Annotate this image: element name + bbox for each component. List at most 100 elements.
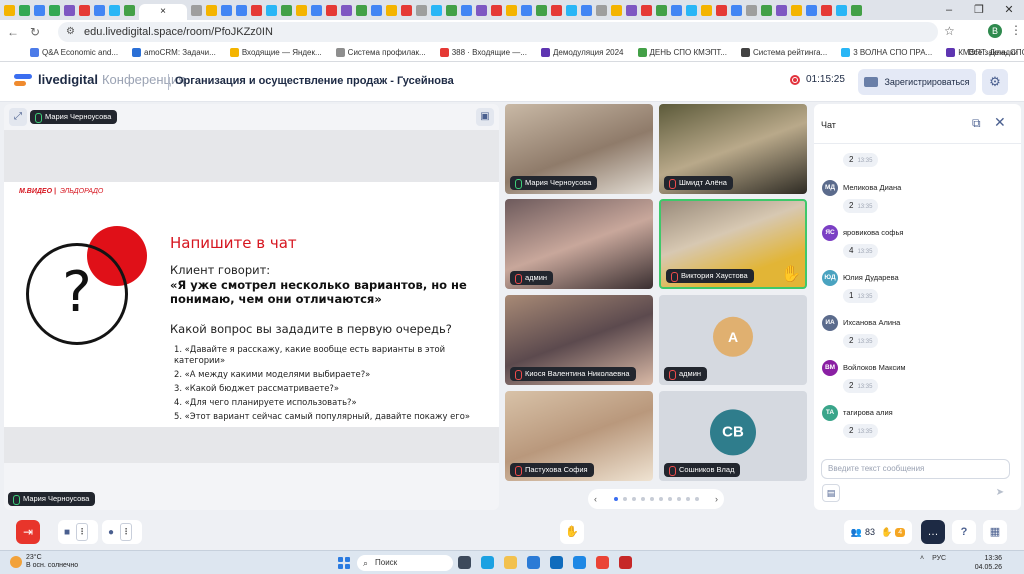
tab-favicon[interactable] xyxy=(611,4,622,16)
participant-tile[interactable]: Киося Валентина Николаевна xyxy=(505,295,653,385)
tab-favicon[interactable] xyxy=(281,4,292,16)
tab-favicon[interactable] xyxy=(626,4,637,16)
url-field[interactable]: ⚙ edu.livedigital.space/room/PfoJKZz0IN xyxy=(58,22,938,42)
tab-favicon[interactable] xyxy=(79,4,90,16)
tab-favicon[interactable] xyxy=(34,4,45,16)
participant-tile[interactable]: Виктория Хаустова ✋ xyxy=(659,199,807,289)
participant-tile[interactable]: Мария Черноусова xyxy=(505,104,653,194)
browser-menu-icon[interactable]: ⋮ xyxy=(1010,23,1022,37)
bookmark-star-icon[interactable]: ☆ xyxy=(944,24,955,38)
photos-icon[interactable] xyxy=(573,556,586,569)
camera-off-icon[interactable]: ■ xyxy=(58,527,76,538)
minimize-icon[interactable]: – xyxy=(934,0,964,20)
tab-favicon[interactable] xyxy=(236,4,247,16)
bookmark-item[interactable]: ДЕНЬ СПО КМЭПТ... xyxy=(637,48,727,57)
tab-favicon[interactable] xyxy=(446,4,457,16)
tab-favicon[interactable] xyxy=(581,4,592,16)
maximize-icon[interactable]: ❐ xyxy=(964,0,994,20)
start-button[interactable] xyxy=(338,557,350,569)
acrobat-icon[interactable] xyxy=(619,556,632,569)
close-icon[interactable]: ✕ xyxy=(994,114,1006,131)
tab-favicon[interactable] xyxy=(341,4,352,16)
page-dot[interactable] xyxy=(631,497,636,501)
mail-icon[interactable] xyxy=(527,556,540,569)
page-dot[interactable] xyxy=(667,497,672,501)
leave-call-button[interactable]: ⇥ xyxy=(16,520,40,544)
tab-favicon[interactable] xyxy=(296,4,307,16)
tab-favicon[interactable] xyxy=(19,4,30,16)
system-clock[interactable]: 13:36 04.05.26 xyxy=(974,554,1002,572)
bookmark-item[interactable]: 3 ВОЛНА СПО ПРА... xyxy=(841,48,932,57)
reload-icon[interactable]: ↻ xyxy=(26,25,44,39)
tab-favicon[interactable] xyxy=(701,4,712,16)
tab-favicon[interactable] xyxy=(356,4,367,16)
tab-favicon[interactable] xyxy=(686,4,697,16)
tab-favicon[interactable] xyxy=(94,4,105,16)
profile-avatar[interactable]: В xyxy=(988,24,1002,38)
participant-tile[interactable]: Пастухова София xyxy=(505,391,653,481)
bookmark-item[interactable]: Демодуляция 2024 xyxy=(540,48,624,57)
tab-favicon[interactable] xyxy=(266,4,277,16)
participant-tile[interactable]: Аадмин xyxy=(659,295,807,385)
file-explorer-icon[interactable] xyxy=(504,556,517,569)
tab-favicon[interactable] xyxy=(64,4,75,16)
prev-page-icon[interactable]: ‹ xyxy=(594,494,597,504)
tab-favicon[interactable] xyxy=(521,4,532,16)
attach-file-icon[interactable]: ▤ xyxy=(822,484,840,502)
participants-button[interactable]: 👥 83 ✋ 4 xyxy=(844,520,912,544)
layout-button[interactable]: ▦ xyxy=(983,520,1007,544)
bookmark-item[interactable]: Входящие — Яндек... xyxy=(229,48,322,57)
page-dot[interactable] xyxy=(676,497,681,501)
page-dot[interactable] xyxy=(658,497,663,501)
tab-favicon[interactable] xyxy=(806,4,817,16)
tab-favicon[interactable] xyxy=(431,4,442,16)
tab-favicon[interactable] xyxy=(124,4,135,16)
weather-widget[interactable]: 23°C В осн. солнечно xyxy=(10,554,78,570)
task-view-icon[interactable] xyxy=(458,556,471,569)
tab-favicon[interactable] xyxy=(401,4,412,16)
tab-favicon[interactable] xyxy=(251,4,262,16)
language-indicator[interactable]: РУС xyxy=(932,555,946,562)
page-dot[interactable] xyxy=(640,497,645,501)
tab-favicon[interactable] xyxy=(191,4,202,16)
chat-message-input[interactable]: Введите текст сообщения xyxy=(821,459,1010,479)
bookmark-item[interactable]: Система рейтинга... xyxy=(740,48,827,57)
tab-favicon[interactable] xyxy=(461,4,472,16)
tab-favicon[interactable] xyxy=(851,4,862,16)
tab-favicon[interactable] xyxy=(566,4,577,16)
participant-tile[interactable]: СВ Сошников Влад xyxy=(659,391,807,481)
raise-hand-button[interactable]: ✋ xyxy=(560,520,584,544)
send-icon[interactable]: ➤ xyxy=(990,484,1010,502)
chat-button[interactable]: … xyxy=(921,520,945,544)
tab-close-icon[interactable]: × xyxy=(160,6,166,17)
livedigital-logo[interactable]: livedigital Конференция xyxy=(14,72,185,87)
tab-favicon[interactable] xyxy=(311,4,322,16)
tab-favicon[interactable] xyxy=(386,4,397,16)
tab-favicon[interactable] xyxy=(206,4,217,16)
store-icon[interactable] xyxy=(550,556,563,569)
tab-favicon[interactable] xyxy=(641,4,652,16)
site-info-icon[interactable]: ⚙ xyxy=(66,22,75,42)
tray-overflow-icon[interactable]: ˄ xyxy=(920,555,924,562)
tab-favicon[interactable] xyxy=(716,4,727,16)
all-bookmarks-link[interactable]: Все закладки xyxy=(969,48,1018,57)
mic-off-icon[interactable]: ● xyxy=(102,527,120,538)
tab-favicon[interactable] xyxy=(791,4,802,16)
back-icon[interactable]: ← xyxy=(4,25,22,39)
tab-favicon[interactable] xyxy=(551,4,562,16)
tab-favicon[interactable] xyxy=(326,4,337,16)
tab-favicon[interactable] xyxy=(596,4,607,16)
next-page-icon[interactable]: › xyxy=(715,494,718,504)
participant-tile[interactable]: админ xyxy=(505,199,653,289)
page-dot[interactable] xyxy=(685,497,690,501)
tab-favicon[interactable] xyxy=(109,4,120,16)
mic-options-icon[interactable]: ⋮ xyxy=(120,523,133,541)
popout-icon[interactable]: ⧉ xyxy=(972,116,981,131)
page-dot[interactable] xyxy=(622,497,627,501)
tab-favicon[interactable] xyxy=(671,4,682,16)
bookmark-item[interactable]: Q&A Economic and... xyxy=(30,48,118,57)
chrome-icon[interactable] xyxy=(596,556,609,569)
tab-favicon[interactable] xyxy=(491,4,502,16)
tab-favicon[interactable] xyxy=(656,4,667,16)
register-button[interactable]: Зарегистрироваться xyxy=(858,69,976,95)
